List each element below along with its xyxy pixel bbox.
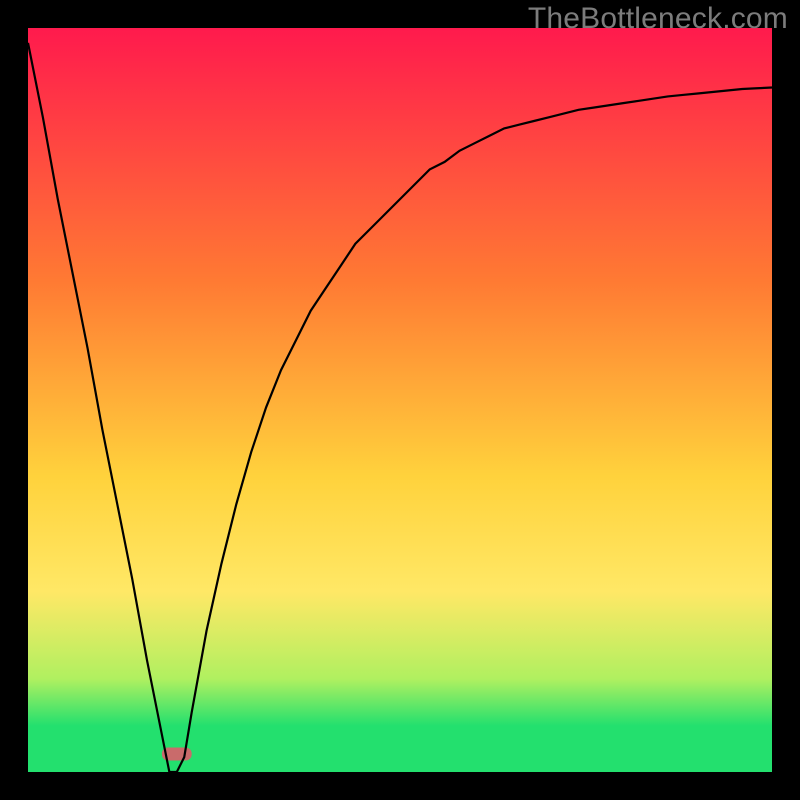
watermark-text: TheBottleneck.com [528,2,788,36]
chart-baseline-strip [28,751,772,772]
chart-plot-background [28,28,772,751]
chart-container: TheBottleneck.com [0,0,800,800]
chart-svg [0,0,800,800]
